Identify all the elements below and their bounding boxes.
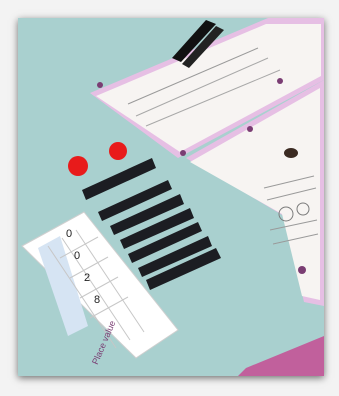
photo-scene: 0 0 2 8	[18, 18, 324, 376]
digit: 0	[66, 228, 72, 240]
photo-frame: 0 0 2 8 Place value	[0, 0, 339, 396]
digit: 8	[94, 294, 100, 306]
digit: 0	[74, 250, 80, 262]
digit: 2	[84, 272, 90, 284]
red-counter	[109, 142, 127, 160]
red-counter	[68, 156, 88, 176]
classroom-photo: 0 0 2 8 Place value	[18, 18, 324, 376]
